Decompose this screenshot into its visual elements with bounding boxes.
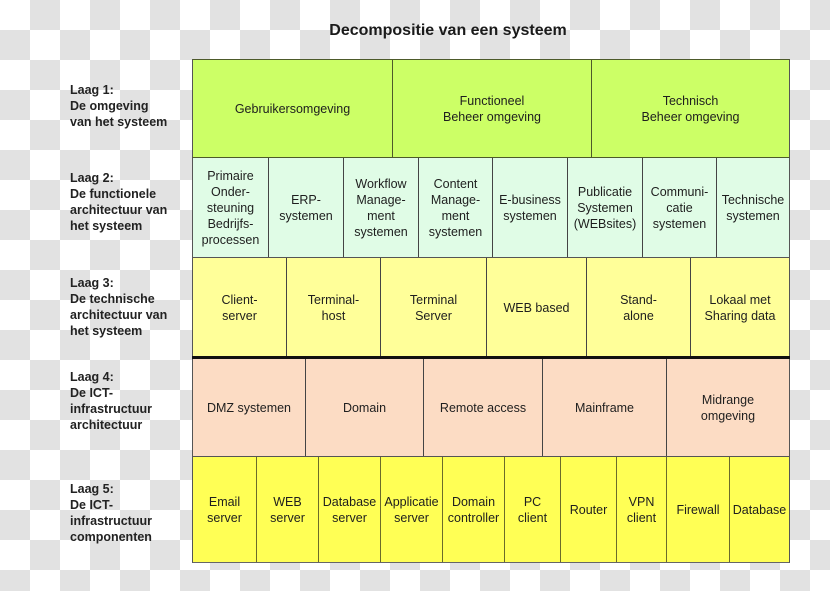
layer-5-cell: Firewall — [667, 457, 730, 562]
layer-3-cell: Lokaal met Sharing data — [704, 292, 776, 323]
diagram-title: Decompositie van een systeem — [329, 22, 567, 39]
layer-1-cell: Functioneel Beheer omgeving — [393, 60, 592, 157]
layer-4-row: DMZ systemen Domain Remote access Mainfr… — [192, 359, 790, 457]
layer-5-cell: WEB server — [257, 457, 319, 562]
layer-2-cell: Primaire Onder- steuning Bedrijfs- proce… — [193, 158, 269, 257]
layer-2-row: Primaire Onder- steuning Bedrijfs- proce… — [192, 158, 790, 258]
layer-3-label: Laag 3: De technische architectuur van h… — [70, 276, 168, 338]
layer-2-cell: E-business systemen — [493, 158, 568, 257]
layer-5-row: Email server WEB server Database server … — [192, 457, 790, 563]
layer-1-cell: Gebruikersomgeving — [193, 60, 393, 157]
layer-5-cell: VPN client — [617, 457, 667, 562]
layer-2-cell: Technische systemen — [721, 192, 785, 223]
layer-5-cell: Domain controller — [443, 457, 505, 562]
layer-5-cell: PC client — [505, 457, 561, 562]
layer-5-label: Laag 5: De ICT- infrastructuur component… — [70, 482, 152, 544]
layer-5-cell: Database — [732, 502, 787, 517]
layer-2-cell: Workflow Manage- ment systemen — [344, 158, 419, 257]
layer-4-cell: Mainframe — [543, 359, 667, 456]
layer-2-label: Laag 2: De functionele architectuur van … — [70, 171, 168, 233]
layer-1-cell: Technisch Beheer omgeving — [641, 93, 740, 124]
layer-2-cell: Publicatie Systemen (WEBsites) — [568, 158, 643, 257]
layer-3-cell: Stand- alone — [587, 258, 691, 357]
layer-1-row: Gebruikersomgeving Functioneel Beheer om… — [192, 59, 790, 158]
layer-4-cell: Midrange omgeving — [700, 392, 756, 423]
layer-4-cell: DMZ systemen — [193, 359, 306, 456]
layer-1-label: Laag 1: De omgeving van het systeem — [70, 83, 168, 129]
layer-3-cell: Terminal- host — [287, 258, 381, 357]
layer-5-cell: Email server — [193, 457, 257, 562]
layer-3-row: Client- server Terminal- host Terminal S… — [192, 258, 790, 357]
layer-2-cell: Communi- catie systemen — [643, 158, 717, 257]
layer-2-cell: ERP- systemen — [269, 158, 344, 257]
layer-3-cell: Client- server — [193, 258, 287, 357]
layer-5-cell: Database server — [319, 457, 381, 562]
layer-5-cell: Applicatie server — [381, 457, 443, 562]
layer-2-cell: Content Manage- ment systemen — [419, 158, 493, 257]
layer-5-cell: Router — [561, 457, 617, 562]
layer-3-cell: WEB based — [487, 258, 587, 357]
layer-4-cell: Remote access — [424, 359, 543, 456]
layer-4-cell: Domain — [306, 359, 424, 456]
layer-3-cell: Terminal Server — [381, 258, 487, 357]
layer-4-label: Laag 4: De ICT- infrastructuur architect… — [70, 370, 152, 432]
